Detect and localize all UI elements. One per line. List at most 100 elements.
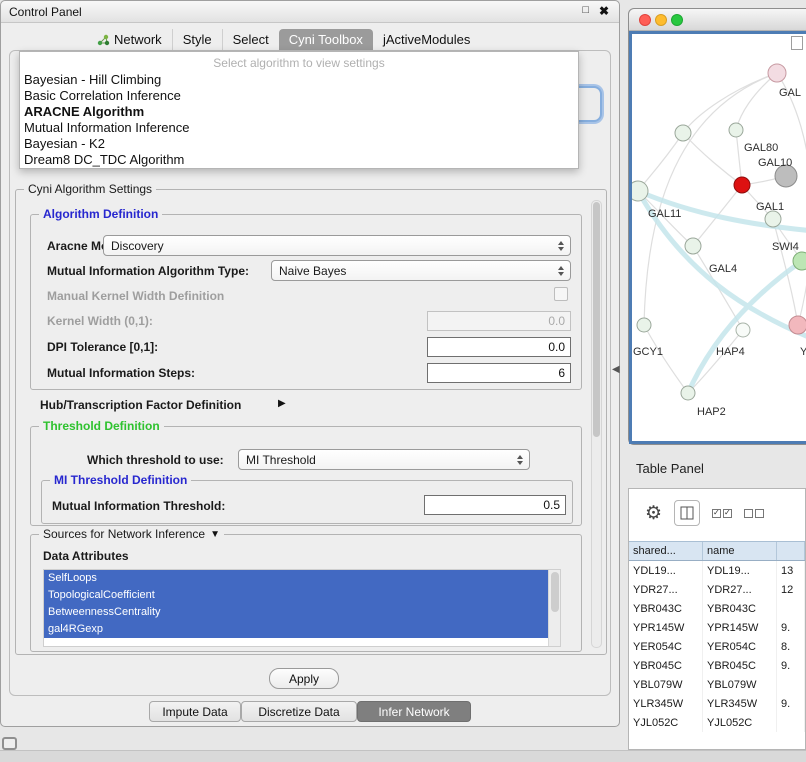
column-selector-button[interactable] [674,500,700,526]
splitter-collapse-arrow[interactable]: ◀ [612,364,620,375]
float-window-icon[interactable]: □ [582,4,589,16]
network-node-gcy1[interactable] [637,318,651,332]
minimize-traffic-light[interactable] [655,14,667,26]
cell: YDR27... [703,580,777,599]
network-node[interactable] [729,123,743,137]
node-label: HAP2 [697,406,726,418]
tab-network[interactable]: Network [87,29,172,50]
node-label: HAP4 [716,346,745,358]
network-view-window: GAL GAL80 GAL10 GAL11 GAL1 SWI4 GAL4 GCY… [628,8,806,445]
table-row[interactable]: YBR043C YBR043C [629,599,805,618]
mi-steps-label: Mutual Information Steps: [47,366,195,380]
network-window-titlebar[interactable] [629,9,806,31]
tab-style[interactable]: Style [172,29,222,50]
mi-algorithm-type-select[interactable]: Naive Bayes [271,260,571,281]
mi-threshold-field[interactable]: 0.5 [424,495,566,515]
table-row[interactable]: YDL19... YDL19... 13 [629,561,805,580]
zoom-traffic-light[interactable] [671,14,683,26]
attribute-item[interactable]: SelfLoops [44,570,550,587]
column-header-name[interactable]: name [703,542,777,560]
threshold-definition-title: Threshold Definition [39,419,164,433]
algorithm-option[interactable]: Bayesian - Hill Climbing [20,72,578,88]
table-row[interactable]: YJL052C YJL052C [629,713,805,732]
network-node-gal1[interactable] [765,211,781,227]
sources-expander-icon[interactable]: ▼ [210,529,220,540]
which-threshold-select[interactable]: MI Threshold [238,449,530,470]
attribute-item[interactable]: TopologicalCoefficient [44,587,550,604]
data-attributes-list: SelfLoops TopologicalCoefficient Between… [43,569,561,647]
settings-scrollbar[interactable] [591,200,602,648]
network-canvas[interactable]: GAL GAL80 GAL10 GAL11 GAL1 SWI4 GAL4 GCY… [629,31,806,444]
algorithm-option[interactable]: Dream8 DC_TDC Algorithm [20,152,578,168]
algorithm-option[interactable]: Basic Correlation Inference [20,88,578,104]
combo-arrows-icon [558,266,564,276]
table-row[interactable]: YDR27... YDR27... 12 [629,580,805,599]
unchecked-box-icon [755,509,764,518]
algorithm-option[interactable]: Bayesian - K2 [20,136,578,152]
uncheck-all-button[interactable] [744,509,764,518]
network-node[interactable] [736,323,750,337]
column-header-shared-name[interactable]: shared... [629,542,703,560]
column-header-extra[interactable] [777,542,805,560]
cell: YDR27... [629,580,703,599]
gear-icon[interactable]: ⚙ [645,504,662,523]
network-scrollbar[interactable] [791,36,803,50]
dpi-tolerance-field[interactable]: 0.0 [427,337,571,357]
table-row[interactable]: YER054C YER054C 8. [629,637,805,656]
network-node-swi4[interactable] [793,252,806,270]
cyni-algorithm-settings-group: Cyni Algorithm Settings Algorithm Defini… [15,189,607,655]
tab-impute-data[interactable]: Impute Data [149,701,241,722]
combo-arrows-icon [558,241,564,251]
network-node-gal4[interactable] [685,238,701,254]
cell [777,599,805,618]
network-node[interactable] [768,64,786,82]
table-row[interactable]: YPR145W YPR145W 9. [629,618,805,637]
tab-cyni-toolbox[interactable]: Cyni Toolbox [279,29,373,50]
algorithm-option[interactable]: Mutual Information Inference [20,120,578,136]
tab-discretize-data[interactable]: Discretize Data [241,701,357,722]
mi-algorithm-type-label: Mutual Information Algorithm Type: [47,264,249,278]
table-row[interactable]: YLR345W YLR345W 9. [629,694,805,713]
checked-box-icon [712,509,721,518]
algorithm-dropdown-popup: Select algorithm to view settings Bayesi… [19,51,579,169]
dpi-tolerance-label: DPI Tolerance [0,1]: [47,340,158,354]
node-label: GAL [779,87,801,99]
window-title: Control Panel [9,5,82,19]
close-window-icon[interactable]: ✖ [599,4,609,18]
network-node-gal11[interactable] [632,181,648,201]
aracne-mode-select[interactable]: Discovery [103,235,571,256]
cell: YDL19... [629,561,703,580]
tab-select[interactable]: Select [222,29,279,50]
table-toolbar: ⚙ [629,489,805,537]
tab-infer-network[interactable]: Infer Network [357,701,471,722]
apply-button[interactable]: Apply [269,668,339,689]
mi-steps-field[interactable]: 6 [427,363,571,383]
manual-kernel-width-checkbox[interactable] [554,287,568,301]
mi-threshold-definition-group: MI Threshold Definition Mutual Informati… [41,480,573,524]
check-all-button[interactable] [712,509,732,518]
tab-jactivemodules[interactable]: jActiveModules [373,29,480,50]
attribute-item[interactable]: BetweennessCentrality [44,604,550,621]
attributes-scrollbar[interactable] [548,570,560,646]
cell: YBR045C [703,656,777,675]
network-node-hap2[interactable] [681,386,695,400]
table-row[interactable]: YBL079W YBL079W [629,675,805,694]
control-panel-titlebar[interactable]: Control Panel □ ✖ [1,1,619,23]
sources-group: Sources for Network Inference ▼ Data Att… [30,534,582,652]
close-traffic-light[interactable] [639,14,651,26]
attribute-item[interactable]: gal4RGexp [44,621,550,638]
data-attributes-label: Data Attributes [43,549,129,563]
minimized-panel-icon[interactable] [2,737,17,750]
tab-jactivemodules-label: jActiveModules [383,32,470,47]
kernel-width-field[interactable]: 0.0 [427,311,571,331]
network-node-hap4[interactable] [789,316,806,334]
table-panel-title: Table Panel [636,461,704,476]
settings-scrollbar-thumb[interactable] [593,202,600,437]
network-node-gal10[interactable] [734,177,750,193]
table-row[interactable]: YBR045C YBR045C 9. [629,656,805,675]
network-node[interactable] [675,125,691,141]
node-label: GAL4 [709,263,737,275]
hub-expander-icon[interactable]: ▶ [278,398,286,409]
sources-title-label: Sources for Network Inference [43,527,205,541]
algorithm-option-selected[interactable]: ARACNE Algorithm [20,104,578,120]
